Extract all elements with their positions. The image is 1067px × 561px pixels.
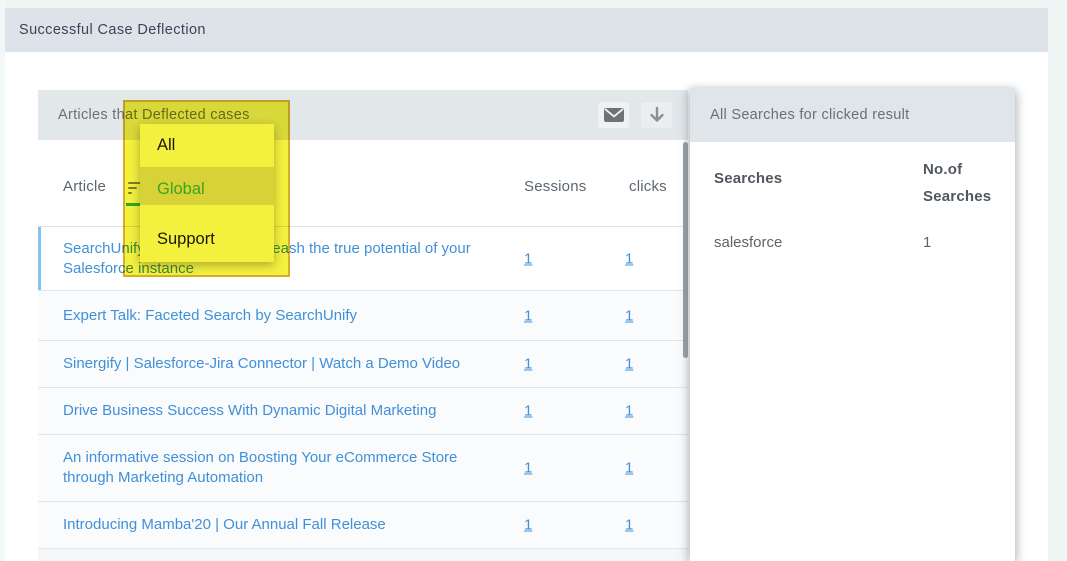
searches-panel-header: All Searches for clicked result <box>690 88 1015 142</box>
article-link[interactable]: An informative session on Boosting Your … <box>63 448 491 488</box>
dropdown-item-all[interactable]: All <box>157 136 175 155</box>
articles-panel-header: Articles that Deflected cases <box>38 90 688 140</box>
clicks-link[interactable]: 1 <box>625 460 633 477</box>
sessions-link[interactable]: 1 <box>524 250 532 267</box>
right-strip <box>1048 0 1067 561</box>
all-searches-panel: All Searches for clicked result Searches… <box>690 88 1015 561</box>
email-report-button[interactable] <box>598 102 629 128</box>
article-link[interactable]: Drive Business Success With Dynamic Digi… <box>63 401 491 421</box>
clicks-link[interactable]: 1 <box>625 403 633 420</box>
sessions-link[interactable]: 1 <box>524 460 532 477</box>
sessions-link[interactable]: 1 <box>524 403 532 420</box>
dropdown-item-support[interactable]: Support <box>157 230 215 249</box>
screen: Successful Case Deflection Articles that… <box>0 0 1067 561</box>
page-title: Successful Case Deflection <box>19 22 206 38</box>
article-link[interactable]: Introducing Mamba'20 | Our Annual Fall R… <box>63 515 491 535</box>
left-strip <box>0 0 5 561</box>
articles-panel-title: Articles that Deflected cases <box>58 107 250 123</box>
column-header-clicks: clicks <box>629 178 667 195</box>
vertical-scrollbar[interactable] <box>683 142 688 358</box>
clicks-link[interactable]: 1 <box>625 307 633 324</box>
sessions-link[interactable]: 1 <box>524 356 532 373</box>
source-filter-dropdown: All Global Support <box>140 124 274 262</box>
article-link[interactable]: Expert Talk: Faceted Search by SearchUni… <box>63 306 491 326</box>
dropdown-item-global[interactable]: Global <box>157 180 205 199</box>
top-strip <box>0 0 1067 8</box>
article-link[interactable]: SearchUnify for Salesforce: Unleash the … <box>63 239 491 279</box>
mail-icon <box>603 107 625 123</box>
column-header-article: Article <box>63 178 106 195</box>
sessions-link[interactable]: 1 <box>524 517 532 534</box>
searches-panel-title: All Searches for clicked result <box>710 107 910 123</box>
table-row <box>38 548 688 561</box>
table-row[interactable]: Introducing Mamba'20 | Our Annual Fall R… <box>38 501 688 548</box>
search-term: salesforce <box>714 234 782 251</box>
table-row[interactable]: Drive Business Success With Dynamic Digi… <box>38 387 688 434</box>
download-report-button[interactable] <box>641 102 672 128</box>
clicks-link[interactable]: 1 <box>625 356 633 373</box>
clicks-link[interactable]: 1 <box>625 517 633 534</box>
articles-deflected-panel: Articles that Deflected cases Articl <box>38 90 688 561</box>
articles-table-header: Article Sessions clicks <box>38 140 688 227</box>
article-link[interactable]: Sinergify | Salesforce-Jira Connector | … <box>63 354 491 374</box>
column-header-searches: Searches <box>714 170 782 187</box>
page-header-bar: Successful Case Deflection <box>5 8 1048 52</box>
table-row[interactable]: An informative session on Boosting Your … <box>38 434 688 501</box>
table-row[interactable]: SearchUnify for Salesforce: Unleash the … <box>38 227 688 290</box>
column-header-sessions: Sessions <box>524 178 586 195</box>
column-header-no-of-searches: No.of Searches <box>923 156 1009 210</box>
download-icon <box>647 105 667 125</box>
clicks-link[interactable]: 1 <box>625 250 633 267</box>
table-row[interactable]: Sinergify | Salesforce-Jira Connector | … <box>38 340 688 387</box>
search-count: 1 <box>923 234 931 251</box>
sessions-link[interactable]: 1 <box>524 307 532 324</box>
table-row[interactable]: Expert Talk: Faceted Search by SearchUni… <box>38 290 688 340</box>
